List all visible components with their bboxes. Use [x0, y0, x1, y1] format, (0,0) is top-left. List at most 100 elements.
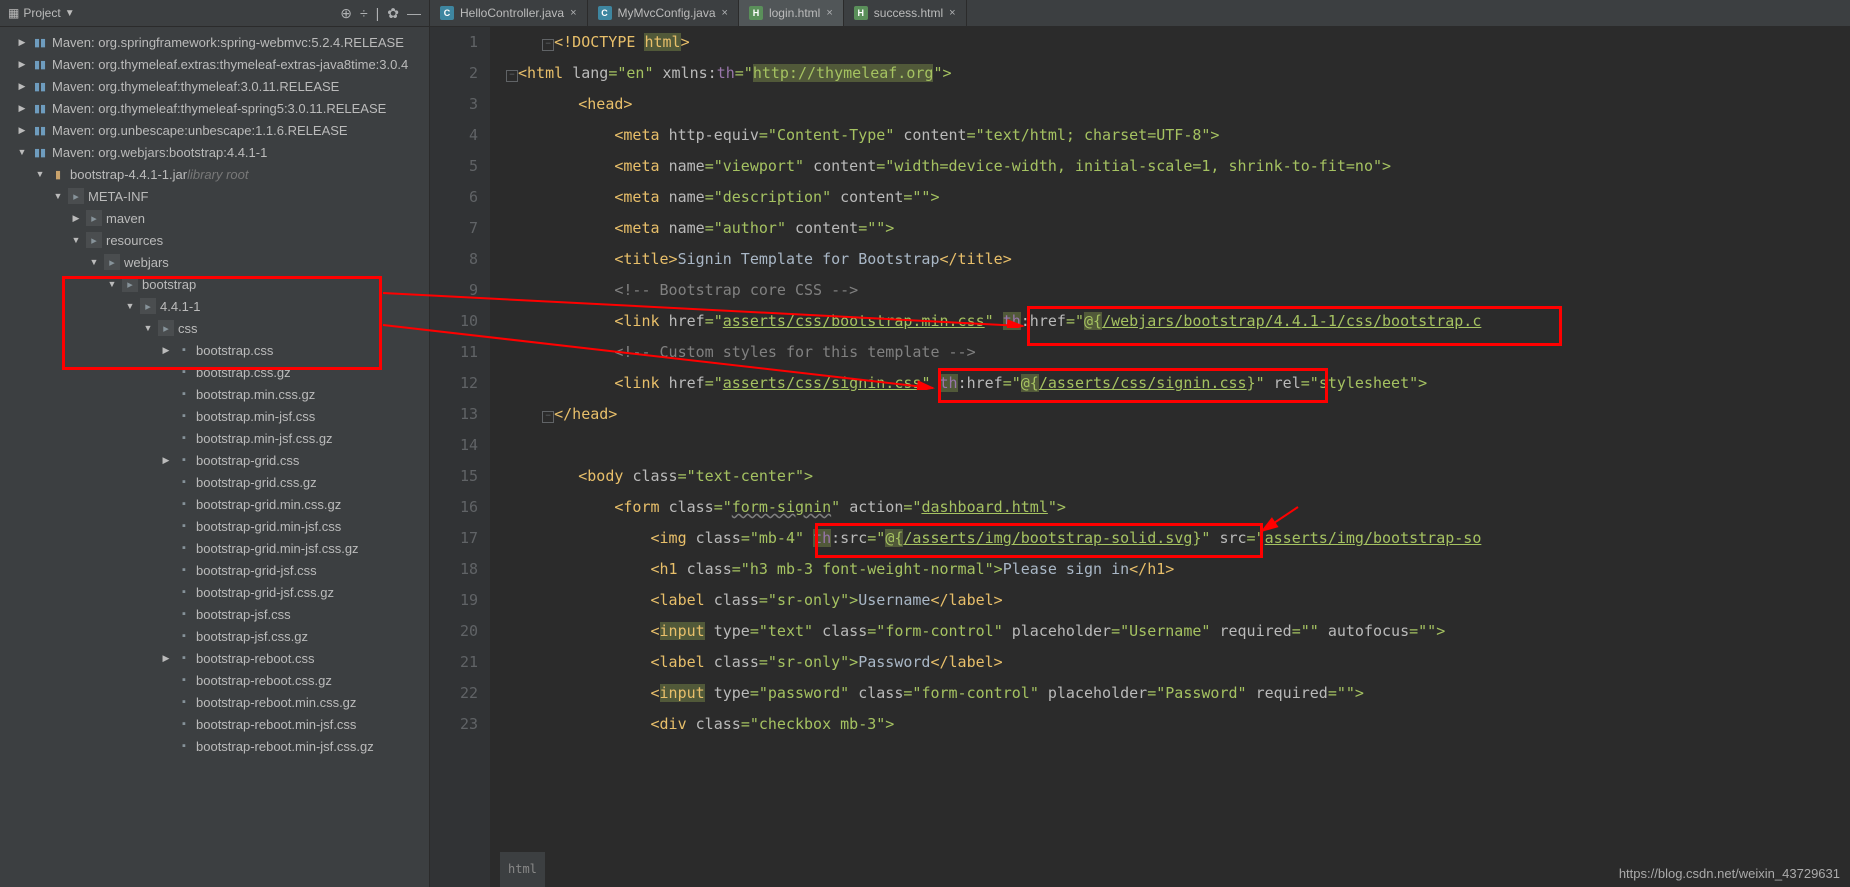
close-icon[interactable]: × [826, 7, 832, 19]
line-number: 21 [430, 647, 478, 678]
code-content[interactable]: −<!DOCTYPE html>−<html lang="en" xmlns:t… [490, 27, 1850, 887]
tree-item[interactable]: ▶▪bootstrap.css [0, 339, 429, 361]
tree-item-label: bootstrap-grid.min-jsf.css.gz [196, 541, 359, 556]
editor-tab[interactable]: CMyMvcConfig.java× [588, 0, 739, 26]
project-sidebar: ▦ Project ▼ ⊕ ÷ | ✿ — ▶▮▮Maven: org.spri… [0, 0, 430, 887]
collapse-icon[interactable]: ÷ [360, 5, 368, 21]
tree-item-label: bootstrap-grid.min.css.gz [196, 497, 341, 512]
close-icon[interactable]: × [949, 7, 955, 19]
tree-item[interactable]: ▼▸webjars [0, 251, 429, 273]
tree-arrow-icon[interactable]: ▼ [16, 147, 28, 157]
tree-item-label: META-INF [88, 189, 148, 204]
tree-item[interactable]: ▪bootstrap-grid.min-jsf.css.gz [0, 537, 429, 559]
tree-arrow-icon[interactable]: ▶ [16, 125, 28, 136]
tree-item[interactable]: ▼▮▮Maven: org.webjars:bootstrap:4.4.1-1 [0, 141, 429, 163]
code-line: <form class="form-signin" action="dashbo… [506, 492, 1850, 523]
tree-item[interactable]: ▪bootstrap-grid.css.gz [0, 471, 429, 493]
tree-item-label: bootstrap.css [196, 343, 273, 358]
tree-item[interactable]: ▪bootstrap.min.css.gz [0, 383, 429, 405]
tree-arrow-icon[interactable]: ▶ [16, 59, 28, 70]
close-icon[interactable]: × [570, 7, 576, 19]
breadcrumb[interactable]: html [500, 852, 545, 887]
tree-item[interactable]: ▪bootstrap.min-jsf.css [0, 405, 429, 427]
tree-item[interactable]: ▶▪bootstrap-reboot.css [0, 647, 429, 669]
tree-item[interactable]: ▶▮▮Maven: org.unbescape:unbescape:1.1.6.… [0, 119, 429, 141]
tree-arrow-icon[interactable]: ▶ [160, 653, 172, 664]
code-line: −<!DOCTYPE html> [506, 27, 1850, 58]
tree-arrow-icon[interactable]: ▼ [70, 235, 82, 245]
tree-item-label: bootstrap-grid-jsf.css [196, 563, 317, 578]
tree-arrow-icon[interactable]: ▶ [70, 213, 82, 224]
tree-item[interactable]: ▪bootstrap-grid.min.css.gz [0, 493, 429, 515]
tree-item[interactable]: ▶▮▮Maven: org.thymeleaf:thymeleaf-spring… [0, 97, 429, 119]
tree-arrow-icon[interactable]: ▼ [124, 301, 136, 311]
tree-item[interactable]: ▶▪bootstrap-grid.css [0, 449, 429, 471]
tree-item[interactable]: ▪bootstrap-reboot.min-jsf.css.gz [0, 735, 429, 757]
project-tree[interactable]: ▶▮▮Maven: org.springframework:spring-web… [0, 27, 429, 887]
line-number: 19 [430, 585, 478, 616]
tree-item[interactable]: ▪bootstrap-reboot.min-jsf.css [0, 713, 429, 735]
tree-item[interactable]: ▪bootstrap-reboot.min.css.gz [0, 691, 429, 713]
tree-item[interactable]: ▪bootstrap.min-jsf.css.gz [0, 427, 429, 449]
line-number: 15 [430, 461, 478, 492]
tree-arrow-icon[interactable]: ▶ [160, 455, 172, 466]
sidebar-title[interactable]: ▦ Project ▼ [8, 6, 75, 20]
tree-item[interactable]: ▼▸resources [0, 229, 429, 251]
tab-label: MyMvcConfig.java [618, 6, 716, 20]
tree-item[interactable]: ▶▮▮Maven: org.thymeleaf:thymeleaf:3.0.11… [0, 75, 429, 97]
close-icon[interactable]: × [722, 7, 728, 19]
line-number: 4 [430, 120, 478, 151]
tree-arrow-icon[interactable]: ▼ [142, 323, 154, 333]
tree-item[interactable]: ▪bootstrap-jsf.css.gz [0, 625, 429, 647]
tree-item-label: bootstrap-grid.css.gz [196, 475, 317, 490]
tree-item[interactable]: ▼ ▸ META-INF [0, 185, 429, 207]
tree-item[interactable]: ▪bootstrap-reboot.css.gz [0, 669, 429, 691]
code-line: <meta name="viewport" content="width=dev… [506, 151, 1850, 182]
tree-arrow-icon[interactable]: ▼ [106, 279, 118, 289]
tree-arrow-icon[interactable]: ▶ [16, 37, 28, 48]
editor-tab[interactable]: CHelloController.java× [430, 0, 588, 26]
tree-item[interactable]: ▪bootstrap-grid.min-jsf.css [0, 515, 429, 537]
tree-item[interactable]: ▪bootstrap-grid-jsf.css.gz [0, 581, 429, 603]
tree-item[interactable]: ▪bootstrap.css.gz [0, 361, 429, 383]
folder-icon: ▸ [68, 188, 84, 204]
tree-item-suffix: library root [187, 167, 248, 182]
file-icon: ▪ [176, 738, 192, 754]
tree-item-label: bootstrap-reboot.css [196, 651, 315, 666]
tree-item[interactable]: ▼▸bootstrap [0, 273, 429, 295]
file-icon: ▪ [176, 606, 192, 622]
tree-arrow-icon[interactable]: ▶ [160, 345, 172, 356]
tree-arrow-icon[interactable]: ▼ [52, 191, 64, 201]
editor-tab[interactable]: Hsuccess.html× [844, 0, 967, 26]
code-line: −</head> [506, 399, 1850, 430]
code-area[interactable]: 1234567891011121314151617181920212223 −<… [430, 27, 1850, 887]
tree-item[interactable]: ▼▸css [0, 317, 429, 339]
line-number: 5 [430, 151, 478, 182]
watermark: https://blog.csdn.net/weixin_43729631 [1619, 866, 1840, 881]
tree-item[interactable]: ▼▸4.4.1-1 [0, 295, 429, 317]
tree-item-label: bootstrap-4.4.1-1.jar [70, 167, 187, 182]
html-file-icon: H [854, 6, 868, 20]
tree-arrow-icon[interactable]: ▼ [34, 169, 46, 179]
tree-item-label: bootstrap.min-jsf.css.gz [196, 431, 333, 446]
line-number: 13 [430, 399, 478, 430]
tree-item[interactable]: ▪bootstrap-grid-jsf.css [0, 559, 429, 581]
tree-arrow-icon[interactable]: ▼ [88, 257, 100, 267]
tree-arrow-icon[interactable]: ▶ [16, 103, 28, 114]
target-icon[interactable]: ⊕ [340, 5, 352, 22]
tree-item[interactable]: ▶▮▮Maven: org.springframework:spring-web… [0, 31, 429, 53]
tree-item[interactable]: ▼ ▮ bootstrap-4.4.1-1.jar library root [0, 163, 429, 185]
code-line: <img class="mb-4" th:src="@{/asserts/img… [506, 523, 1850, 554]
tree-item-label: bootstrap-grid.min-jsf.css [196, 519, 341, 534]
gear-icon[interactable]: ✿ [387, 5, 399, 22]
file-icon: ▪ [176, 386, 192, 402]
jar-icon: ▮ [50, 166, 66, 182]
library-icon: ▮▮ [32, 78, 48, 94]
tree-item[interactable]: ▶▸maven [0, 207, 429, 229]
minimize-icon[interactable]: — [407, 5, 421, 21]
tree-item[interactable]: ▪bootstrap-jsf.css [0, 603, 429, 625]
editor-tab[interactable]: Hlogin.html× [739, 0, 844, 26]
tree-arrow-icon[interactable]: ▶ [16, 81, 28, 92]
tree-item[interactable]: ▶▮▮Maven: org.thymeleaf.extras:thymeleaf… [0, 53, 429, 75]
line-number: 23 [430, 709, 478, 740]
